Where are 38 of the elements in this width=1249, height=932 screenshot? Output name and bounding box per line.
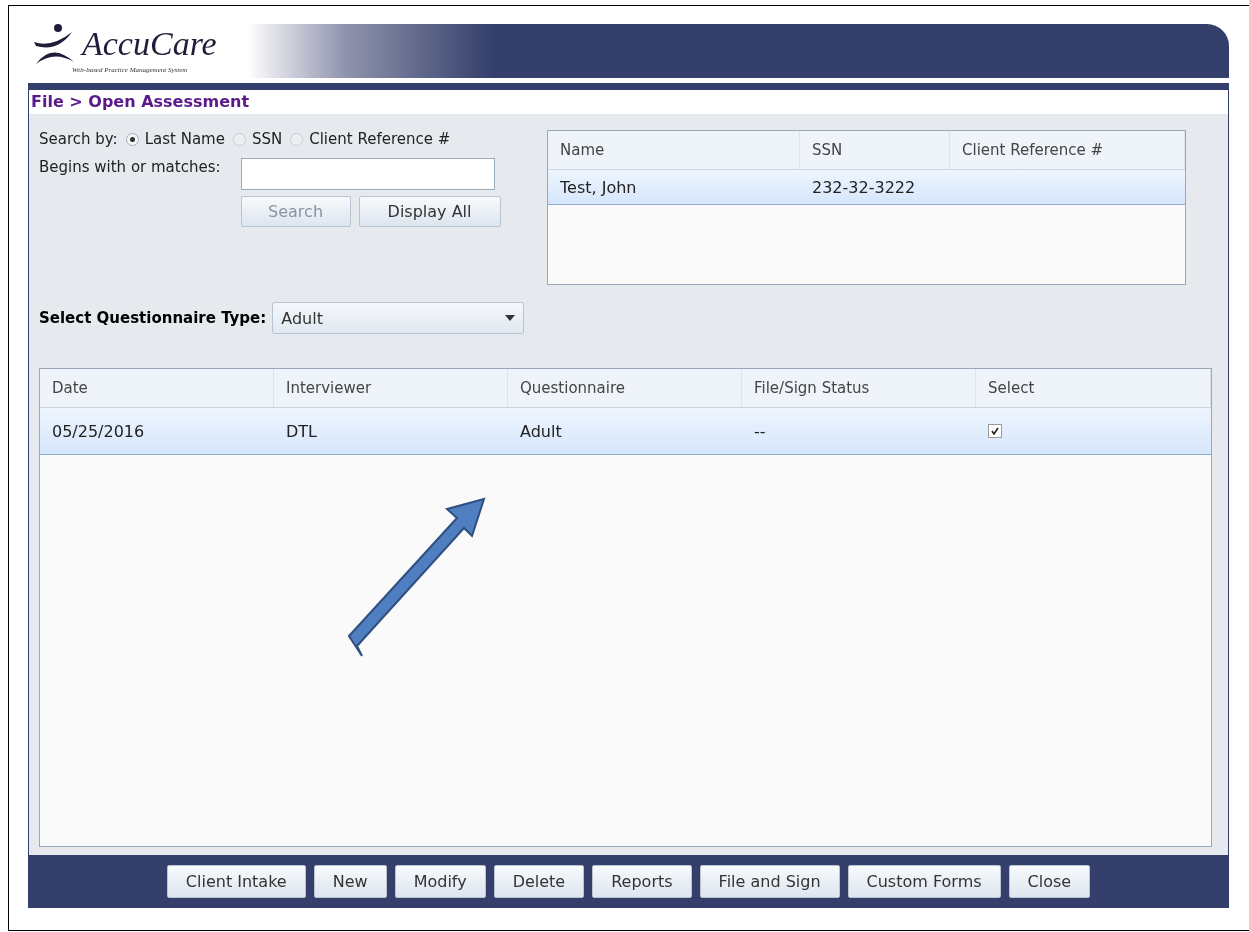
column-header: Select — [976, 369, 1211, 407]
column-header: Date — [40, 369, 274, 407]
footer-button[interactable]: Delete — [493, 864, 585, 898]
search-by-label: Search by: — [39, 130, 118, 148]
match-label: Begins with or matches: — [39, 158, 221, 176]
radio-button[interactable] — [125, 132, 139, 146]
column-header: Client Reference # — [950, 131, 1185, 169]
footer-button[interactable]: Custom Forms — [847, 864, 1001, 898]
table-cell-text: 05/25/2016 — [51, 420, 146, 443]
table-cell-text: DTL — [285, 420, 318, 443]
table-cell-text: 232-32-3222 — [811, 176, 917, 199]
radio-label: Client Reference # — [309, 130, 451, 148]
display-all-button[interactable]: Display All — [358, 196, 501, 227]
footer-button[interactable]: Reports — [592, 864, 692, 898]
table-cell-text: -- — [753, 420, 767, 443]
footer-button[interactable]: New — [313, 864, 387, 898]
column-header: File/Sign Status — [742, 369, 976, 407]
footer-button[interactable]: File and Sign — [699, 864, 840, 898]
footer-button[interactable]: Modify — [394, 864, 486, 898]
footer-button[interactable]: Close — [1008, 864, 1091, 898]
column-header: Questionnaire — [508, 369, 742, 407]
footer-button[interactable]: Client Intake — [166, 864, 306, 898]
questionnaire-type-label: Select Questionnaire Type: — [39, 309, 267, 327]
caret-icon — [505, 315, 516, 321]
logo-name: AccuCare — [82, 27, 217, 61]
questionnaire-type-dropdown[interactable]: Adult — [272, 302, 525, 334]
table-cell-text: Adult — [519, 420, 563, 443]
table-row[interactable]: 05/25/2016 DTL Adult -- — [40, 408, 1211, 455]
radio-label: Last Name — [144, 130, 225, 148]
table-row[interactable]: Test, John 232-32-3222 — [548, 170, 1185, 205]
breadcrumb: File > Open Assessment — [29, 90, 1228, 114]
column-header: Name — [548, 131, 800, 169]
radio-label: SSN — [251, 130, 283, 148]
select-checkbox[interactable] — [988, 424, 1002, 438]
search-field[interactable] — [240, 158, 495, 190]
table-cell-text: Test, John — [559, 176, 638, 199]
column-header: Interviewer — [274, 369, 508, 407]
column-header: SSN — [800, 131, 950, 169]
